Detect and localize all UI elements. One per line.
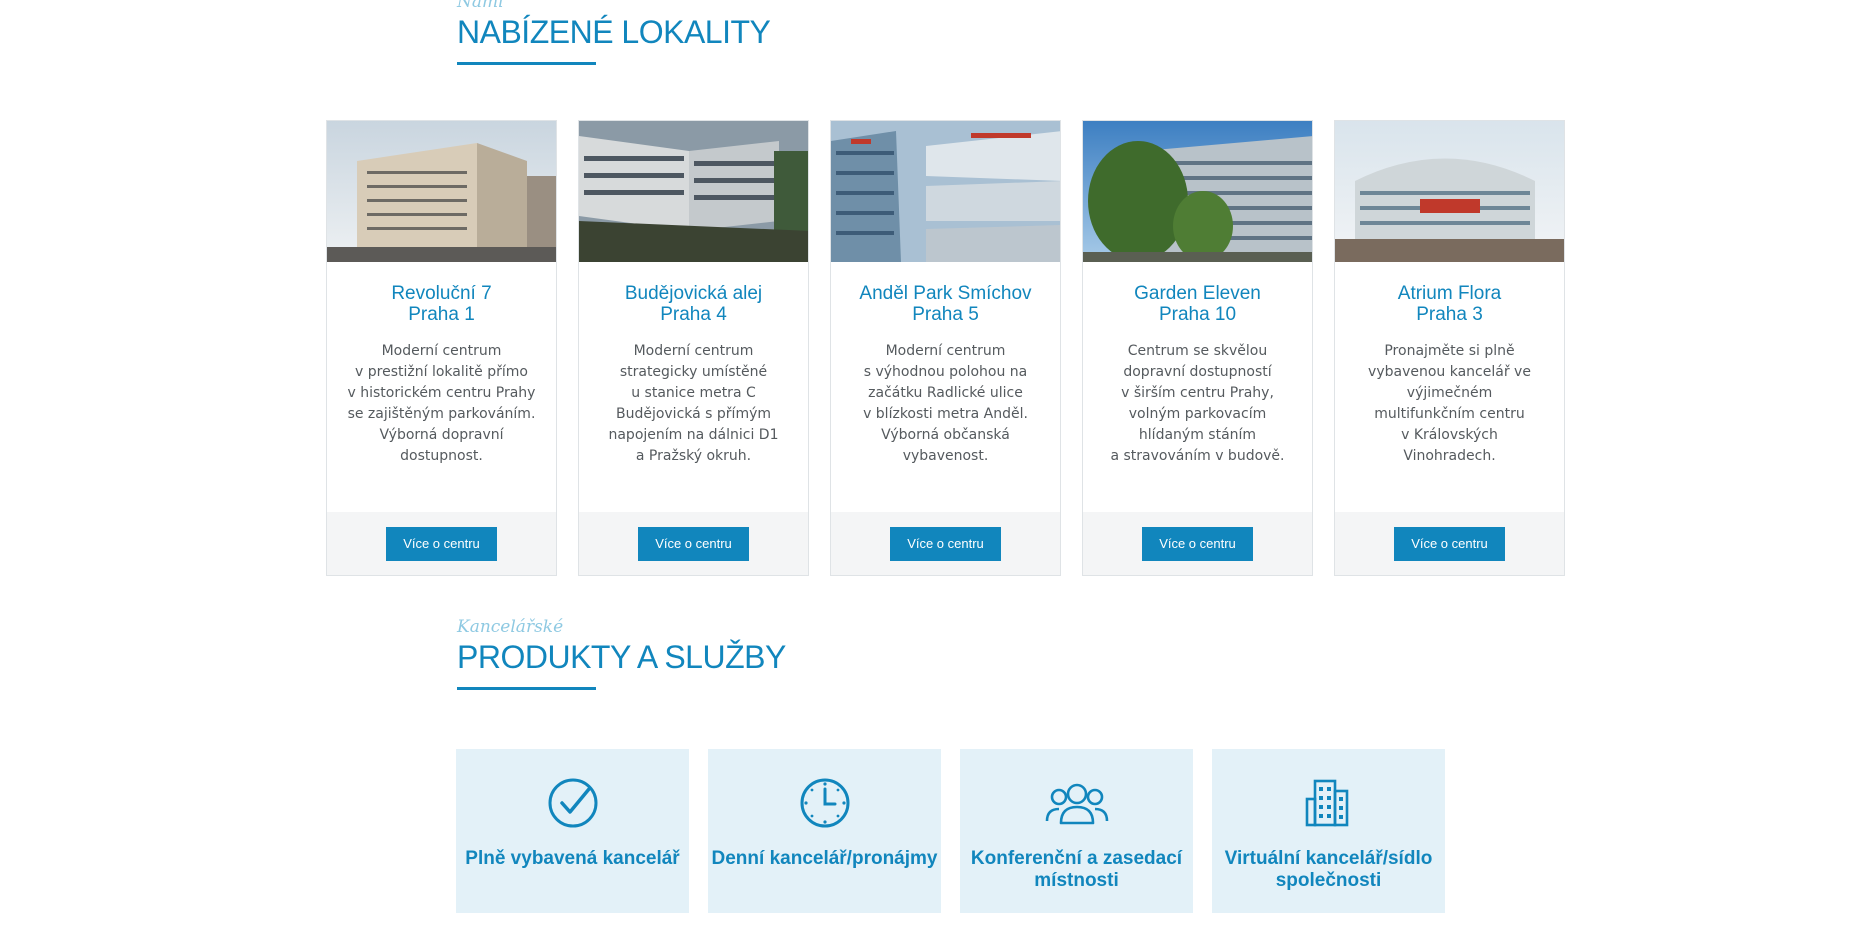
location-description: Moderní centrum s výhodnou polohou na za… — [863, 343, 1028, 464]
location-card: Revoluční 7 Praha 1 Moderní centrum v pr… — [326, 120, 557, 576]
service-label: Plně vybavená kancelář — [465, 848, 680, 869]
services-heading: Kancelářské PRODUKTY A SLUŽBY — [457, 617, 786, 690]
card-footer: Více o centru — [327, 512, 556, 575]
location-card: Garden Eleven Praha 10 Centrum se skvělo… — [1082, 120, 1313, 576]
card-footer: Více o centru — [1083, 512, 1312, 575]
service-tile-conference-rooms[interactable]: Konferenční a zasedací místnosti — [960, 749, 1193, 913]
location-name: Revoluční 7 Praha 1 — [391, 283, 492, 325]
card-footer: Více o centru — [831, 512, 1060, 575]
location-name: Anděl Park Smíchov Praha 5 — [859, 283, 1032, 325]
locations-kicker: Námi — [457, 0, 504, 12]
service-tile-fully-equipped-office[interactable]: Plně vybavená kancelář — [456, 749, 689, 913]
more-about-center-button[interactable]: Více o centru — [1142, 527, 1253, 561]
people-icon — [1045, 783, 1109, 825]
service-label: Virtuální kancelář/sídlo společnosti — [1224, 848, 1433, 891]
location-photo — [1083, 121, 1312, 262]
card-footer: Více o centru — [1335, 512, 1564, 575]
location-photo — [1335, 121, 1564, 262]
service-label: Konferenční a zasedací místnosti — [970, 848, 1183, 891]
location-card: Atrium Flora Praha 3 Pronajměte si plně … — [1334, 120, 1565, 576]
card-footer: Více o centru — [579, 512, 808, 575]
service-tile-day-office[interactable]: Denní kancelář/pronájmy — [708, 749, 941, 913]
location-description: Pronajměte si plně vybavenou kancelář ve… — [1368, 343, 1531, 464]
location-photo — [831, 121, 1060, 262]
more-about-center-button[interactable]: Více o centru — [638, 527, 749, 561]
location-photo — [327, 121, 556, 262]
location-name: Garden Eleven Praha 10 — [1134, 283, 1261, 325]
location-description: Moderní centrum v prestižní lokalitě pří… — [347, 343, 536, 464]
more-about-center-button[interactable]: Více o centru — [890, 527, 1001, 561]
locations-title: NABÍZENÉ LOKALITY — [457, 14, 771, 50]
title-underline — [457, 687, 596, 690]
location-description: Centrum se skvělou dopravní dostupností … — [1110, 343, 1285, 464]
locations-heading: Námi NABÍZENÉ LOKALITY — [457, 0, 771, 65]
check-circle-icon — [548, 778, 598, 828]
location-name: Budějovická alej Praha 4 — [624, 283, 763, 325]
location-name: Atrium Flora Praha 3 — [1397, 283, 1502, 325]
building-icon — [1305, 779, 1349, 827]
title-underline — [457, 62, 596, 65]
more-about-center-button[interactable]: Více o centru — [386, 527, 497, 561]
location-card: Anděl Park Smíchov Praha 5 Moderní centr… — [830, 120, 1061, 576]
services-kicker: Kancelářské — [457, 617, 564, 637]
location-card: Budějovická alej Praha 4 Moderní centrum… — [578, 120, 809, 576]
more-about-center-button[interactable]: Více o centru — [1394, 527, 1505, 561]
location-description: Moderní centrum strategicky umístěné u s… — [608, 343, 779, 464]
location-photo — [579, 121, 808, 262]
clock-icon — [800, 778, 850, 828]
service-label: Denní kancelář/pronájmy — [711, 848, 938, 869]
services-title: PRODUKTY A SLUŽBY — [457, 639, 786, 675]
service-tile-virtual-office[interactable]: Virtuální kancelář/sídlo společnosti — [1212, 749, 1445, 913]
